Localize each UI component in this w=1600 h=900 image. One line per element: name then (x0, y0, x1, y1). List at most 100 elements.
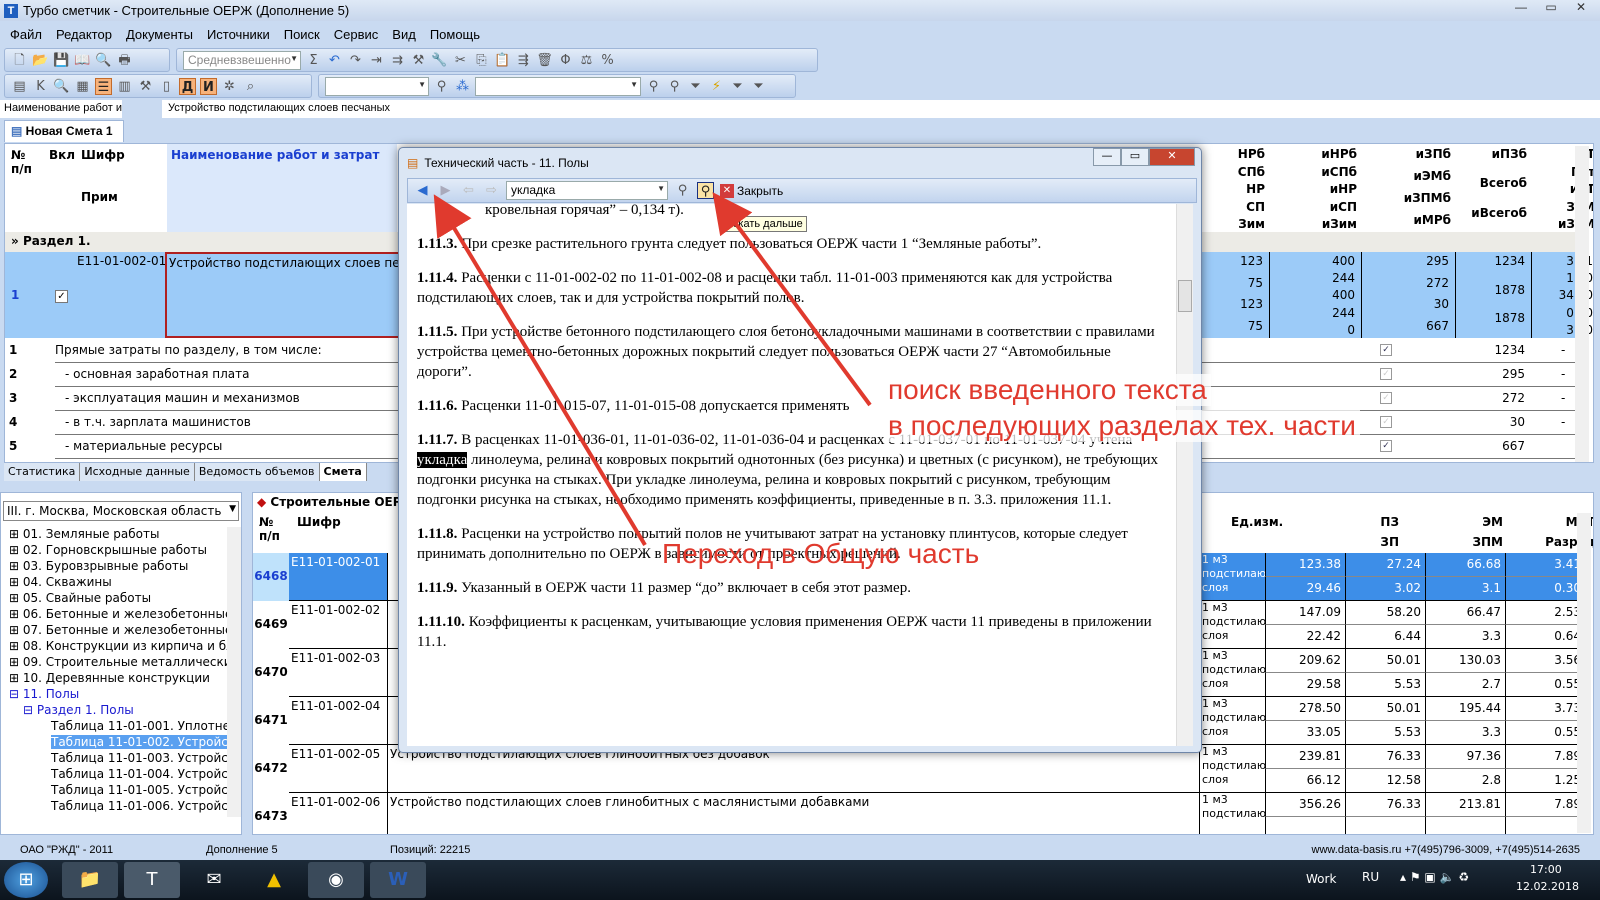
expand-icon[interactable]: ⊞ (9, 671, 23, 685)
save-icon[interactable]: 💾 (53, 52, 70, 69)
row-checkbox[interactable]: ✓ (1380, 344, 1392, 356)
app-a-icon[interactable]: ▲ (246, 862, 302, 898)
sum-icon[interactable]: Σ (305, 52, 322, 69)
preview-icon[interactable]: 🔍 (95, 52, 112, 69)
expand-icon[interactable]: ⊞ (9, 575, 23, 589)
find-next-icon[interactable]: ⚲ (697, 182, 714, 199)
k-icon[interactable]: K (32, 78, 49, 95)
row-num[interactable]: 6473 (253, 793, 289, 834)
tab-volumes[interactable]: Ведомость объемов (194, 463, 320, 481)
tree-item[interactable]: Таблица 11-01-006. Устройств (9, 799, 227, 813)
back-arrow-icon[interactable]: ◀ (414, 182, 431, 199)
menu-help[interactable]: Помощь (430, 27, 480, 42)
zoom-icon[interactable]: 🔍 (53, 78, 70, 95)
row-num[interactable]: 6469 (253, 601, 289, 649)
search-doc-icon[interactable]: ⌕ (242, 78, 259, 95)
start-button[interactable]: ⊞ (4, 862, 48, 898)
insert-icon[interactable]: ⇥ (368, 52, 385, 69)
tree-item[interactable]: ⊟ 11. Полы (9, 687, 227, 701)
prev-icon[interactable]: ⇦ (460, 182, 477, 199)
tree-item[interactable]: ⊞ 02. Горновскрышные работы (9, 543, 227, 557)
row-num[interactable]: 6470 (253, 649, 289, 697)
tree-item[interactable]: ⊞ 06. Бетонные и железобетонные ко (9, 607, 227, 621)
close-button[interactable]: ✕ (1568, 0, 1594, 17)
find-prev-icon[interactable]: ⚲ (645, 78, 662, 95)
panel-icon[interactable]: ▯ (158, 78, 175, 95)
tree-item[interactable]: Таблица 11-01-002. Устройств (9, 735, 227, 749)
expand-icon[interactable]: ⊞ (9, 527, 23, 541)
tree-item[interactable]: ⊞ 10. Деревянные конструкции (9, 671, 227, 685)
row-code[interactable]: Е11-01-002-06 (289, 793, 387, 834)
tree-item[interactable]: ⊞ 08. Конструкции из кирпича и блоко (9, 639, 227, 653)
row-code[interactable]: Е11-01-002-05 (289, 745, 387, 793)
book-icon[interactable]: 📖 (74, 52, 91, 69)
tree-item[interactable]: ⊟ Раздел 1. Полы (9, 703, 227, 717)
expand-icon[interactable]: ⊞ (9, 559, 23, 573)
row-num[interactable]: 6468 (253, 553, 289, 601)
mail-icon[interactable]: ✉ (186, 862, 242, 898)
tab-new-estimate[interactable]: ▤ Новая Смета 1 (4, 120, 124, 142)
dialog-close-toolbar-button[interactable]: ✕ Закрыть (720, 183, 783, 198)
scales-icon[interactable]: ⚖ (578, 52, 595, 69)
tree-item[interactable]: Таблица 11-01-004. Устройств (9, 767, 227, 781)
turbo-estimator-icon[interactable]: T (124, 862, 180, 898)
percent-icon[interactable]: % (599, 52, 616, 69)
binoculars-icon[interactable]: ⚲ (433, 78, 450, 95)
delete-icon[interactable]: 🗑 (536, 52, 553, 69)
tab-statistics[interactable]: Статистика (4, 463, 81, 481)
region-select[interactable]: III. г. Москва, Московская область ▼ (3, 501, 239, 521)
word-icon[interactable]: W (370, 862, 426, 898)
tab-source-data[interactable]: Исходные данные (80, 463, 195, 481)
chrome-icon[interactable]: ◉ (308, 862, 364, 898)
expand-icon[interactable]: ⊞ (9, 591, 23, 605)
dialog-scrollbar[interactable] (1176, 204, 1193, 746)
maximize-button[interactable]: ▭ (1538, 0, 1564, 17)
forward-arrow-icon[interactable]: ▶ (437, 182, 454, 199)
menu-service[interactable]: Сервис (334, 27, 379, 42)
expand-icon[interactable]: ⊞ (9, 623, 23, 637)
find-next-icon[interactable]: ⚲ (666, 78, 683, 95)
tree-item[interactable]: ⊞ 01. Земляные работы (9, 527, 227, 541)
item-include-checkbox[interactable]: ✓ (55, 290, 68, 303)
paste-icon[interactable]: 📋 (494, 52, 511, 69)
filter-flash-icon[interactable]: ⚡ (708, 78, 725, 95)
menu-view[interactable]: Вид (392, 27, 416, 42)
row-num[interactable]: 6472 (253, 745, 289, 793)
row-code[interactable]: Е11-01-002-02 (289, 601, 387, 649)
tree-item[interactable]: Таблица 11-01-005. Устройств (9, 783, 227, 797)
sort-icon[interactable]: ⁂ (454, 78, 471, 95)
undo-icon[interactable]: ↶ (326, 52, 343, 69)
explorer-icon[interactable]: 📁 (62, 862, 118, 898)
new-icon[interactable]: 🗋 (11, 52, 28, 69)
dialog-minimize-button[interactable]: — (1093, 148, 1121, 166)
search-combo[interactable]: ▼ (325, 76, 429, 96)
expand-icon[interactable]: ⊞ (9, 543, 23, 557)
d-icon[interactable]: Д (179, 77, 196, 95)
next-icon[interactable]: ⇨ (483, 182, 500, 199)
tree-item[interactable]: ⊞ 05. Свайные работы (9, 591, 227, 605)
table-icon[interactable]: ▦ (74, 78, 91, 95)
tree-item[interactable]: Таблица 11-01-003. Устройств (9, 751, 227, 765)
tree-item[interactable]: Таблица 11-01-001. Уплотнени (9, 719, 227, 733)
dialog-close-button[interactable]: ✕ (1149, 148, 1195, 166)
expand-icon[interactable]: ⊞ (9, 639, 23, 653)
expand-icon[interactable]: ⊞ (9, 607, 23, 621)
open-icon[interactable]: 📂 (32, 52, 49, 69)
tree-item[interactable]: ⊞ 07. Бетонные и железобетонные ко (9, 623, 227, 637)
search-text-combo[interactable]: укладка ▼ (506, 181, 668, 200)
tab-estimate[interactable]: Смета (319, 463, 367, 481)
cut-icon[interactable]: ✂ (452, 52, 469, 69)
collapse-icon[interactable]: ⊟ (9, 687, 23, 701)
tools2-icon[interactable]: ✲ (221, 78, 238, 95)
find-icon[interactable]: ⚲ (674, 182, 691, 199)
phi-icon[interactable]: Φ (557, 52, 574, 69)
filter-clear-icon[interactable]: ⏷ (750, 78, 767, 95)
filter-icon[interactable]: ⏷ (687, 78, 704, 95)
indent-icon[interactable]: ⇶ (515, 52, 532, 69)
toolbar-work[interactable]: Work (1306, 872, 1336, 886)
tree-item[interactable]: ⊞ 04. Скважины (9, 575, 227, 589)
wrench-icon[interactable]: 🔧 (431, 52, 448, 69)
row-checkbox[interactable]: ✓ (1380, 392, 1392, 404)
row-code[interactable]: Е11-01-002-03 (289, 649, 387, 697)
filter-combo[interactable]: ▼ (475, 76, 641, 96)
